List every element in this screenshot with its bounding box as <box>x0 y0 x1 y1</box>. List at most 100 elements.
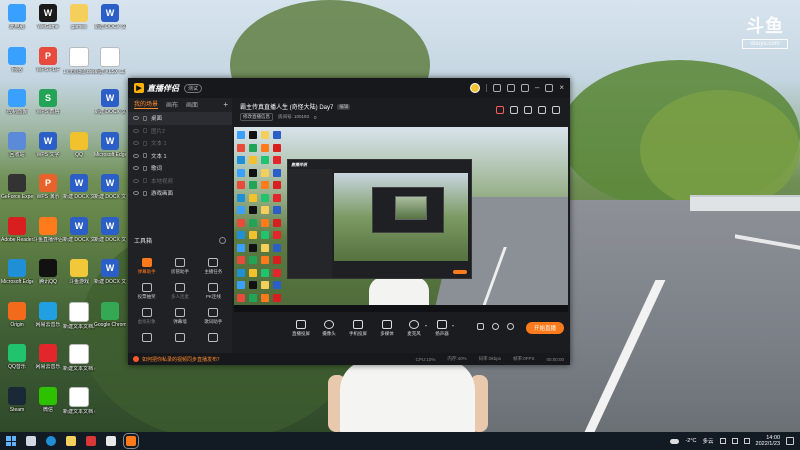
scene-item[interactable]: 图片2 <box>128 125 232 138</box>
version-badge[interactable]: 测试 <box>184 83 203 93</box>
maximize-icon[interactable] <box>545 84 554 92</box>
speaker-dropdown-icon[interactable]: ▾ <box>452 323 454 328</box>
desktop-icon[interactable]: P WPS 演示 <box>32 174 64 200</box>
room-tag-button[interactable]: 编辑 <box>337 103 351 110</box>
chevron-up-icon[interactable] <box>719 438 726 444</box>
tool-item[interactable]: 多人连麦 <box>163 283 196 300</box>
desktop-icon[interactable]: GeForce Experience <box>1 174 33 200</box>
scene-item[interactable]: 本地视频 <box>128 175 232 188</box>
tool-item[interactable]: 主播任务 <box>197 258 230 275</box>
desktop-icon[interactable]: Steam <box>1 386 33 413</box>
network-icon[interactable] <box>731 438 738 444</box>
scene-item[interactable]: 文本 1 <box>128 137 232 150</box>
desktop-icon[interactable]: 此电脑 <box>1 4 33 30</box>
close-icon[interactable]: × <box>559 84 564 92</box>
volume-icon[interactable] <box>743 438 750 444</box>
search-icon[interactable] <box>26 436 36 446</box>
scene-item[interactable]: 桌面 <box>128 112 232 125</box>
toolbox-more-icon[interactable] <box>219 237 226 244</box>
lock-icon[interactable] <box>143 140 147 146</box>
tool-item[interactable] <box>130 333 163 344</box>
desktop-icon[interactable]: WMicrosoft Edge.docx <box>94 131 126 158</box>
desktop-icon[interactable]: 网易云音乐 <box>32 301 64 328</box>
scene-item[interactable]: 文本 1 <box>128 150 232 163</box>
video-icon[interactable] <box>477 323 484 330</box>
lock-icon[interactable] <box>143 153 147 159</box>
visibility-eye-icon[interactable] <box>133 178 139 183</box>
lock-icon[interactable] <box>143 190 147 196</box>
notification-center-icon[interactable] <box>786 437 794 445</box>
eye-icon[interactable] <box>492 323 499 330</box>
screen-share-button[interactable]: 直播投屏 <box>286 320 316 337</box>
desktop-icon[interactable]: W新建 DOCX 文档 (6).docx <box>94 216 126 243</box>
desktop-icon[interactable]: Google Chrome <box>94 301 126 328</box>
desktop-icon[interactable]: 1 (无标题).docx <box>63 46 95 75</box>
tool-item[interactable] <box>163 333 196 344</box>
scene-item[interactable]: 游戏画面 <box>128 187 232 200</box>
lock-icon[interactable] <box>143 115 147 121</box>
desktop-icon[interactable]: 腾讯QQ <box>32 259 64 285</box>
file-explorer-icon[interactable] <box>66 436 76 446</box>
start-menu-icon[interactable] <box>6 436 16 446</box>
desktop-icon[interactable]: 斗鱼游戏 <box>63 259 95 285</box>
desktop-icon[interactable]: 回收站 <box>1 131 33 158</box>
desktop-icon[interactable]: 微信 <box>32 386 64 413</box>
visibility-eye-icon[interactable] <box>133 116 139 121</box>
desktop-icon[interactable]: QQ音乐 <box>1 344 33 370</box>
desktop-icon[interactable]: games <box>63 4 95 30</box>
gear-icon[interactable] <box>507 323 514 330</box>
refresh-icon[interactable] <box>524 106 532 114</box>
tab-scenes[interactable]: 我的场景 <box>134 99 159 109</box>
tool-item[interactable]: 虚拟形象 <box>130 308 163 325</box>
lock-icon[interactable] <box>143 128 147 134</box>
tool-item[interactable]: 投票抽奖 <box>130 283 163 300</box>
desktop-icon[interactable]: Adobe Reader XI <box>1 216 33 243</box>
edge-icon[interactable] <box>46 436 56 446</box>
desktop-icon[interactable]: W 新建 DOCX 文档 (3).docx <box>63 174 95 200</box>
menu-icon[interactable] <box>520 84 529 92</box>
lock-icon[interactable] <box>143 178 147 184</box>
desktop-icon[interactable]: P WPS PDF <box>32 46 64 73</box>
tool-item[interactable]: 弹幕助手 <box>130 258 163 275</box>
app-red-icon[interactable] <box>86 436 96 446</box>
desktop-icon[interactable]: Origin <box>1 301 33 328</box>
desktop-icon[interactable]: 新建文本文档 (2).txt <box>63 344 95 372</box>
lock-icon[interactable] <box>143 165 147 171</box>
desktop-icon[interactable]: W WPS 文字 <box>32 131 64 158</box>
desktop-icon[interactable]: 新建文本文档.txt <box>63 301 95 330</box>
start-live-button[interactable]: 开始直播 <box>526 322 564 334</box>
tool-item[interactable]: 歌词助手 <box>197 308 230 325</box>
stream-preview[interactable]: 直播伴侣 <box>234 127 568 312</box>
camera-button[interactable]: 摄像头 <box>314 320 344 337</box>
weather-icon[interactable] <box>670 438 680 444</box>
edit-info-button[interactable]: 修改直播信息 <box>240 113 273 121</box>
app-white-icon[interactable] <box>106 436 116 446</box>
desktop-icon[interactable]: QQ <box>63 131 95 158</box>
desktop-icon[interactable]: 新建 XLSX 工作表.xlsx <box>94 46 126 75</box>
system-clock[interactable]: 14:00 2022/1/23 <box>756 435 780 447</box>
skin-icon[interactable] <box>506 84 515 92</box>
add-scene-button[interactable]: + <box>223 100 228 109</box>
desktop-icon[interactable]: 斗鱼直播伴侣 <box>32 216 64 243</box>
visibility-eye-icon[interactable] <box>133 128 139 133</box>
tool-item[interactable]: 弹幕墙 <box>163 308 196 325</box>
media-button[interactable]: 多媒体 <box>372 320 402 337</box>
visibility-eye-icon[interactable] <box>133 191 139 196</box>
tool-item[interactable] <box>197 333 230 344</box>
record-icon[interactable] <box>496 106 504 114</box>
settings-icon[interactable] <box>552 106 560 114</box>
desktop-icon[interactable]: 网络 <box>1 46 33 73</box>
tool-item[interactable]: PK连线 <box>197 283 230 300</box>
minimize-icon[interactable]: – <box>535 84 539 92</box>
visibility-eye-icon[interactable] <box>133 141 139 146</box>
desktop-icon[interactable]: W 新建 DOCX 文档 (2).docx <box>94 89 126 115</box>
desktop-icon[interactable]: 网易云音乐 <box>32 344 64 370</box>
desktop-icon[interactable]: W 新建 DOCX 文档 (7).docx <box>94 259 126 285</box>
desktop-icon[interactable]: W 新建 DOCX 文档.docx <box>94 4 126 30</box>
desktop-icon[interactable]: S WPS 表格 <box>32 89 64 115</box>
desktop-icon[interactable]: W新建 DOCX 文档 (5).docx <box>63 216 95 243</box>
phone-cast-button[interactable]: 手机投屏 <box>343 320 373 337</box>
tab-canvas[interactable]: 画布 <box>166 100 178 109</box>
scene-item[interactable]: 歌词 <box>128 162 232 175</box>
notification-icon[interactable] <box>538 106 546 114</box>
